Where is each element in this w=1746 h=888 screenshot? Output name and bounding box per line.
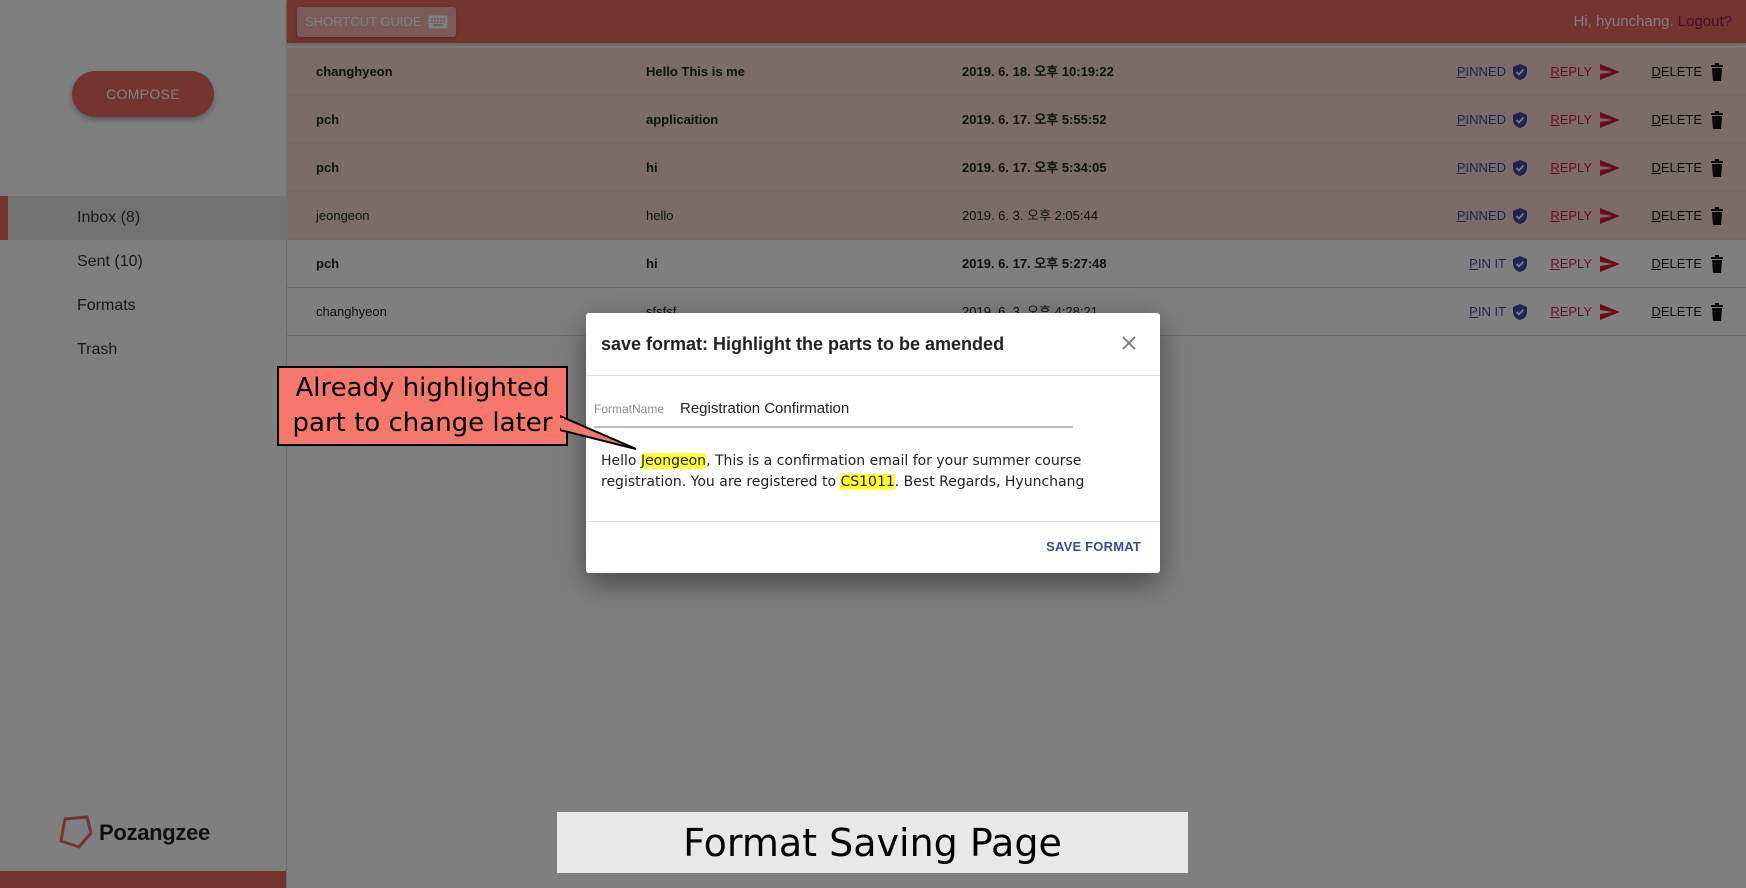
body-text: . Best Regards, Hyunchang [894,474,1085,490]
annotation-callout: Already highlighted part to change later [277,366,568,446]
body-text: Hello [601,453,641,469]
format-body-text[interactable]: Hello Jeongeon, This is a confirmation e… [601,451,1141,493]
save-format-button[interactable]: SAVE FORMAT [1046,539,1141,554]
save-format-dialog: save format: Highlight the parts to be a… [586,313,1160,573]
dialog-divider [586,375,1160,376]
highlighted-text[interactable]: CS1011 [840,474,895,490]
format-name-field[interactable]: FormatName Registration Confirmation [594,387,1073,428]
page-caption: Format Saving Page [557,812,1188,873]
highlighted-text[interactable]: Jeongeon [640,453,707,469]
dialog-divider [586,521,1160,522]
dialog-title: save format: Highlight the parts to be a… [601,334,1005,354]
format-name-input[interactable]: Registration Confirmation [680,400,849,417]
close-icon[interactable] [1118,332,1140,354]
callout-pointer [560,414,637,450]
callout-text: Already highlighted part to change later [292,373,553,438]
